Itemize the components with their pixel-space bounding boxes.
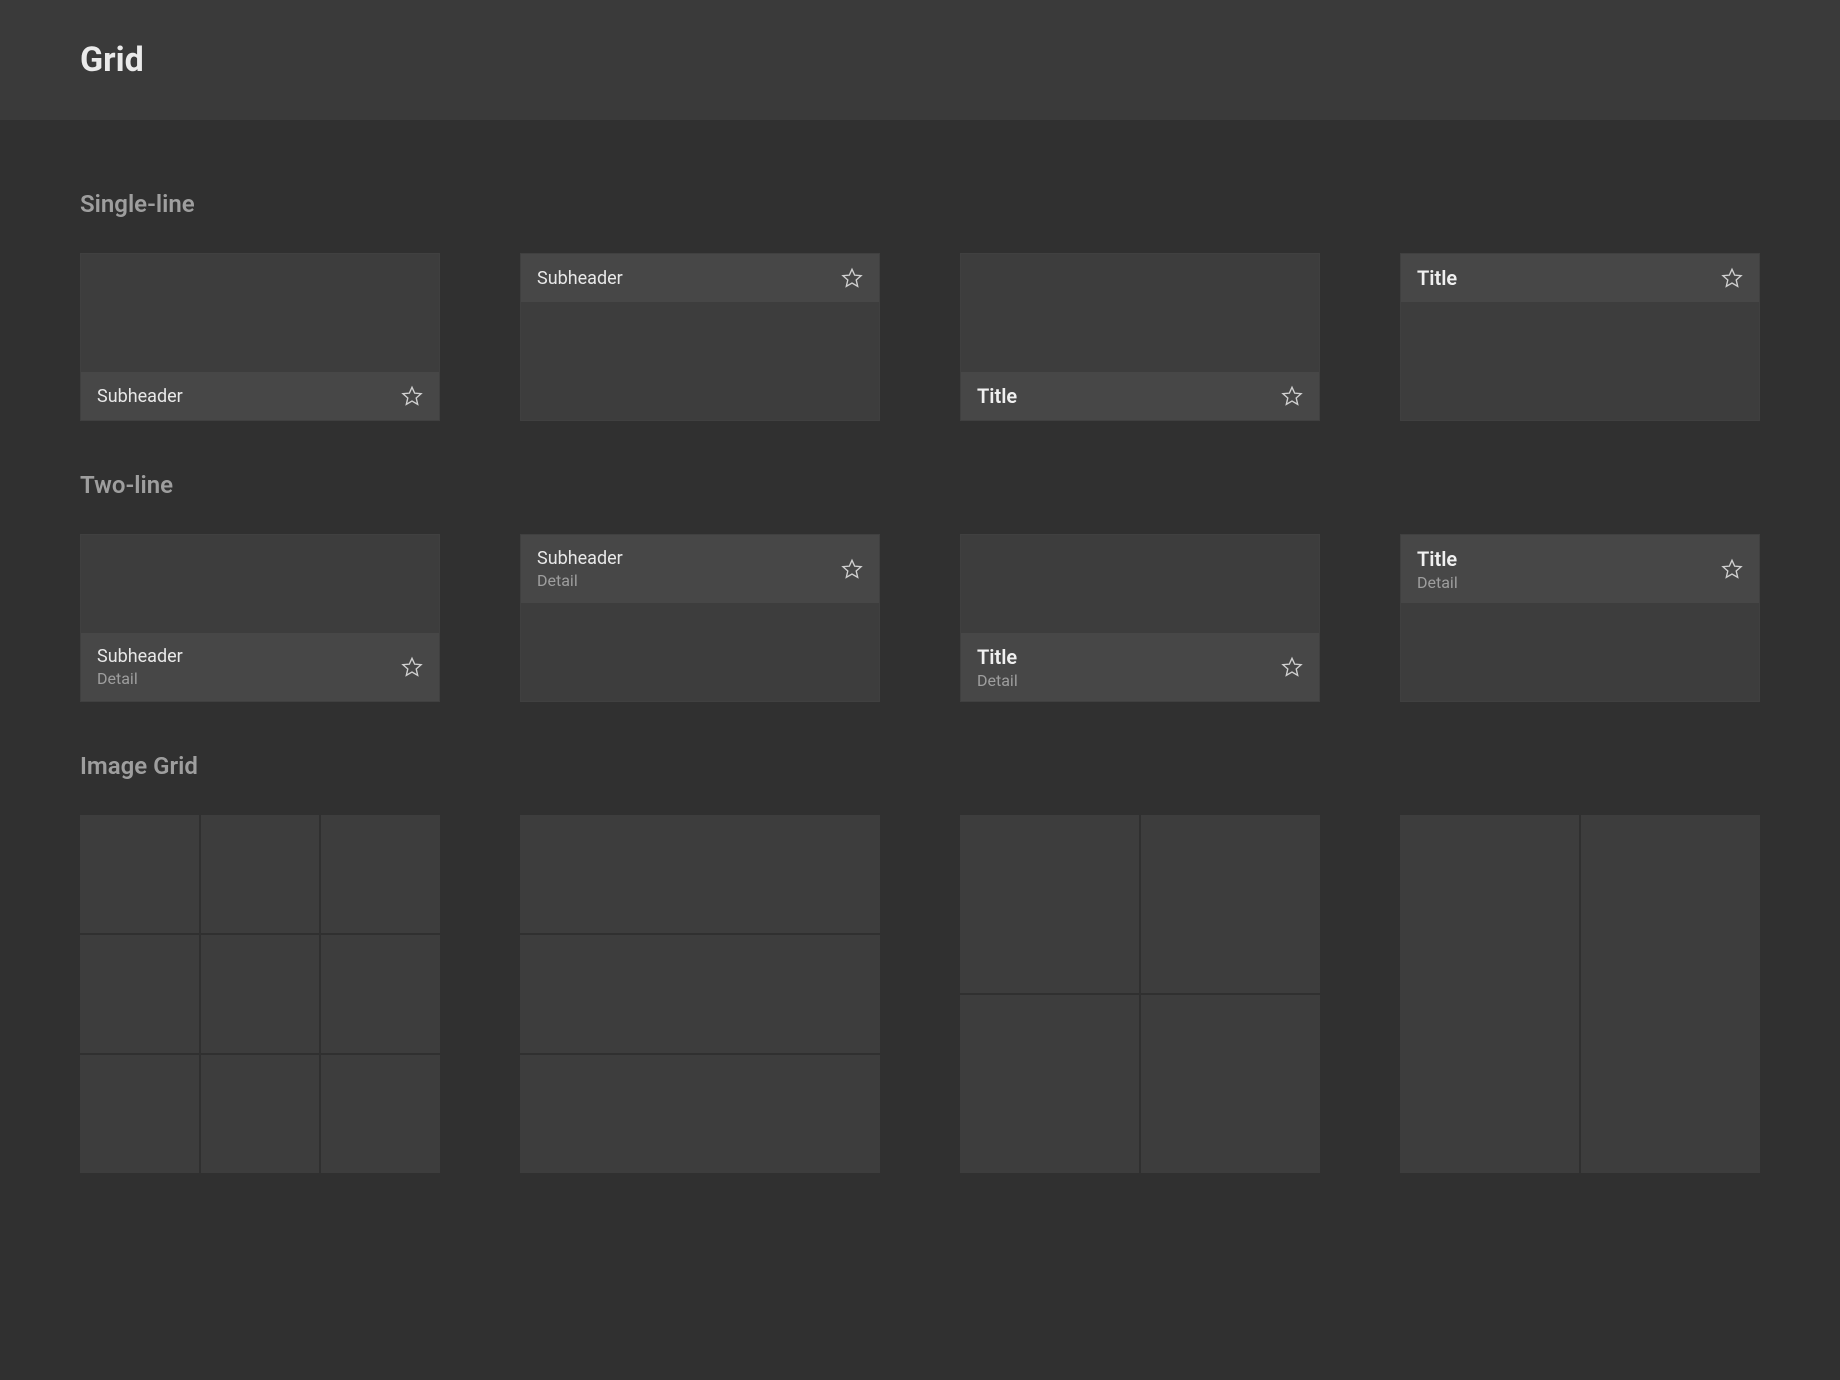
section-heading-two-line: Two-line [80, 471, 1760, 499]
star-icon[interactable] [1721, 267, 1743, 289]
image-cell[interactable] [321, 1055, 440, 1173]
image-cell[interactable] [1400, 815, 1579, 1173]
grid-tile[interactable]: Subheader [520, 253, 880, 421]
single-line-row: Subheader Subheader Title [80, 253, 1760, 421]
page-header: Grid [0, 0, 1840, 120]
tile-bar: Title [961, 372, 1319, 420]
image-cell[interactable] [520, 815, 880, 933]
tile-detail: Detail [97, 669, 183, 688]
image-cell[interactable] [321, 815, 440, 933]
grid-tile[interactable]: Subheader [80, 253, 440, 421]
grid-tile[interactable]: Title [1400, 253, 1760, 421]
image-cell[interactable] [960, 995, 1139, 1173]
star-icon[interactable] [1281, 385, 1303, 407]
tile-label: Title [977, 384, 1017, 408]
image-grid-2x2 [960, 815, 1320, 1173]
tile-label: Title [1417, 547, 1458, 571]
image-cell[interactable] [960, 815, 1139, 993]
tile-text: Subheader Detail [537, 548, 623, 590]
tile-label: Subheader [537, 548, 623, 569]
tile-text: Subheader Detail [97, 646, 183, 688]
tile-bar: Subheader Detail [81, 633, 439, 701]
grid-tile[interactable]: Title [960, 253, 1320, 421]
image-cell[interactable] [201, 815, 320, 933]
tile-bar: Title Detail [1401, 535, 1759, 603]
image-cell[interactable] [1141, 995, 1320, 1173]
two-line-row: Subheader Detail Subheader Detail [80, 534, 1760, 702]
tile-label: Title [977, 645, 1018, 669]
image-cell[interactable] [1581, 815, 1760, 1173]
tile-detail: Detail [1417, 573, 1458, 592]
image-cell[interactable] [201, 935, 320, 1053]
tile-detail: Detail [977, 671, 1018, 690]
grid-tile[interactable]: Subheader Detail [520, 534, 880, 702]
star-icon[interactable] [401, 656, 423, 678]
tile-text: Title Detail [977, 645, 1018, 690]
image-cell[interactable] [80, 1055, 199, 1173]
image-cell[interactable] [1141, 815, 1320, 993]
image-cell[interactable] [80, 815, 199, 933]
page-title: Grid [80, 40, 1760, 80]
image-cell[interactable] [520, 1055, 880, 1173]
image-grid-1x3 [520, 815, 880, 1173]
content-area: Single-line Subheader Subheader [0, 120, 1840, 1213]
tile-text: Title Detail [1417, 547, 1458, 592]
image-grid-3x3 [80, 815, 440, 1173]
tile-bar: Title Detail [961, 633, 1319, 701]
tile-bar: Title [1401, 254, 1759, 302]
section-heading-single-line: Single-line [80, 190, 1760, 218]
tile-text: Subheader [537, 268, 623, 289]
grid-tile[interactable]: Title Detail [1400, 534, 1760, 702]
image-cell[interactable] [321, 935, 440, 1053]
star-icon[interactable] [401, 385, 423, 407]
tile-label: Subheader [537, 268, 623, 289]
image-grid-row [80, 815, 1760, 1173]
star-icon[interactable] [1281, 656, 1303, 678]
star-icon[interactable] [1721, 558, 1743, 580]
tile-bar: Subheader [521, 254, 879, 302]
tile-detail: Detail [537, 571, 623, 590]
tile-bar: Subheader [81, 372, 439, 420]
image-cell[interactable] [520, 935, 880, 1053]
tile-label: Subheader [97, 386, 183, 407]
tile-text: Title [977, 384, 1017, 408]
image-cell[interactable] [80, 935, 199, 1053]
tile-label: Subheader [97, 646, 183, 667]
star-icon[interactable] [841, 267, 863, 289]
tile-text: Subheader [97, 386, 183, 407]
image-grid-2x1 [1400, 815, 1760, 1173]
image-cell[interactable] [201, 1055, 320, 1173]
tile-label: Title [1417, 266, 1457, 290]
tile-text: Title [1417, 266, 1457, 290]
grid-tile[interactable]: Title Detail [960, 534, 1320, 702]
star-icon[interactable] [841, 558, 863, 580]
tile-bar: Subheader Detail [521, 535, 879, 603]
grid-tile[interactable]: Subheader Detail [80, 534, 440, 702]
section-heading-image-grid: Image Grid [80, 752, 1760, 780]
